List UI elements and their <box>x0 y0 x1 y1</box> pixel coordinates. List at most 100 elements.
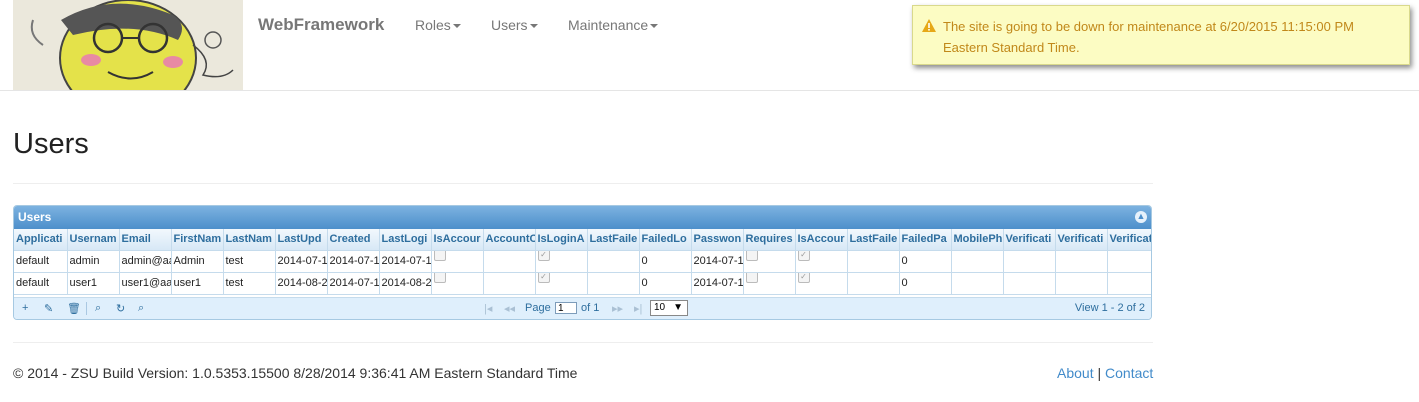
table-cell: default <box>14 272 68 295</box>
table-cell <box>743 250 796 273</box>
column-header[interactable]: IsAccour <box>431 229 484 251</box>
table-cell <box>847 272 900 295</box>
table-cell <box>1055 272 1108 295</box>
collapse-grid-icon[interactable]: ▲ <box>1135 211 1147 223</box>
about-link[interactable]: About <box>1057 365 1094 381</box>
table-cell <box>1107 272 1151 295</box>
table-cell: 0 <box>899 272 952 295</box>
column-header[interactable]: LastFaile <box>847 229 900 251</box>
footer-build-info: © 2014 - ZSU Build Version: 1.0.5353.155… <box>13 365 578 381</box>
table-cell: 0 <box>639 250 692 273</box>
grid-caption-label: Users <box>18 210 52 224</box>
column-header[interactable]: Usernam <box>67 229 120 251</box>
table-cell: user1 <box>67 272 120 295</box>
page-title: Users <box>13 128 89 160</box>
column-header[interactable]: Verificati <box>1003 229 1056 251</box>
notice-line-2: Eastern Standard Time. <box>943 40 1080 55</box>
table-cell <box>1055 250 1108 273</box>
view-row-icon[interactable]: ⌕ <box>138 302 144 315</box>
unchecked-checkbox <box>745 272 758 283</box>
logo-image[interactable] <box>13 0 243 90</box>
contact-link[interactable]: Contact <box>1105 365 1153 381</box>
caret-down-icon <box>529 24 538 29</box>
first-page-icon[interactable]: |◂ <box>484 302 492 315</box>
table-cell: 2014-07-1 <box>327 250 380 273</box>
nav-users-label: Users <box>491 17 528 33</box>
table-cell <box>951 250 1004 273</box>
table-cell: test <box>223 250 276 273</box>
column-header[interactable]: Verificati <box>1055 229 1108 251</box>
users-table: Applicati Usernam Email FirstNam LastNam Last… <box>14 229 1151 295</box>
column-header[interactable]: IsLoginA <box>535 229 588 251</box>
table-cell <box>483 250 536 273</box>
table-cell: ✓ <box>535 272 588 295</box>
pager-separator <box>86 302 87 315</box>
delete-row-icon[interactable]: 🗑 <box>67 302 81 315</box>
last-page-icon[interactable]: ▸| <box>634 302 642 315</box>
column-header[interactable]: FailedLo <box>639 229 692 251</box>
table-cell: 0 <box>899 250 952 273</box>
page-size-select[interactable]: 10 ▼ <box>650 300 688 316</box>
column-header[interactable]: AccountC <box>483 229 536 251</box>
column-header[interactable]: IsAccour <box>795 229 848 251</box>
search-icon[interactable]: ⌕ <box>95 302 101 315</box>
table-cell <box>483 272 536 295</box>
table-cell <box>951 272 1004 295</box>
nav-maintenance[interactable]: Maintenance <box>568 17 659 33</box>
column-header[interactable]: MobilePh <box>951 229 1004 251</box>
unchecked-checkbox <box>433 272 446 283</box>
table-cell: 0 <box>639 272 692 295</box>
column-header[interactable]: LastFaile <box>587 229 640 251</box>
table-cell: test <box>223 272 276 295</box>
table-cell: admin@aa <box>119 250 172 273</box>
page-count: of 1 <box>581 302 600 314</box>
nav-roles[interactable]: Roles <box>415 17 461 33</box>
notice-line-1: The site is going to be down for mainten… <box>943 19 1354 34</box>
page-label: Page <box>525 302 551 314</box>
grid-pager: + ✎ 🗑 ⌕ ↻ ⌕ |◂ ◂◂ Page of 1 ▸▸ ▸| 10 ▼ V… <box>14 297 1151 319</box>
column-header[interactable]: Applicati <box>14 229 68 251</box>
table-cell <box>431 250 484 273</box>
prev-page-icon[interactable]: ◂◂ <box>504 302 515 315</box>
next-page-icon[interactable]: ▸▸ <box>612 302 623 315</box>
table-cell <box>847 250 900 273</box>
table-cell: ✓ <box>795 272 848 295</box>
column-header[interactable]: Email <box>119 229 172 251</box>
table-cell: admin <box>67 250 120 273</box>
table-row[interactable]: default user1 user1@aa user1 test 2014-08-2 20… <box>14 272 1151 295</box>
column-header[interactable]: LastUpd <box>275 229 328 251</box>
edit-row-icon[interactable]: ✎ <box>44 302 53 315</box>
table-cell: 2014-07-1 <box>379 250 432 273</box>
table-cell: 2014-07-1 <box>691 250 744 273</box>
table-cell: ✓ <box>535 250 588 273</box>
page-size-value: 10 <box>654 302 666 313</box>
maintenance-notice: The site is going to be down for mainten… <box>912 5 1410 65</box>
users-grid: Users ▲ Applicati Usernam Email FirstNam Las… <box>13 205 1152 320</box>
table-cell: 2014-08-2 <box>379 272 432 295</box>
unchecked-checkbox <box>433 250 446 261</box>
column-header[interactable]: LastNam <box>223 229 276 251</box>
nav-users[interactable]: Users <box>491 17 538 33</box>
column-header[interactable]: LastLogi <box>379 229 432 251</box>
table-row[interactable]: default admin admin@aa Admin test 2014-07-1 20… <box>14 250 1151 273</box>
column-header[interactable]: Created <box>327 229 380 251</box>
caret-down-icon <box>452 24 461 29</box>
column-header[interactable]: Verificat <box>1107 229 1151 251</box>
column-header[interactable]: Passwon <box>691 229 744 251</box>
brand-title[interactable]: WebFramework <box>258 15 384 35</box>
refresh-icon[interactable]: ↻ <box>116 302 125 315</box>
column-header[interactable]: Requires <box>743 229 796 251</box>
nav-roles-label: Roles <box>415 17 451 33</box>
table-cell: default <box>14 250 68 273</box>
table-cell: 2014-08-2 <box>275 272 328 295</box>
checked-checkbox: ✓ <box>537 272 550 283</box>
add-row-icon[interactable]: + <box>22 302 28 314</box>
page-number-input[interactable] <box>555 302 577 314</box>
caret-down-icon <box>650 24 659 29</box>
table-cell <box>587 272 640 295</box>
unchecked-checkbox <box>745 250 758 261</box>
column-header[interactable]: FailedPa <box>899 229 952 251</box>
table-cell: 2014-07-1 <box>691 272 744 295</box>
column-header[interactable]: FirstNam <box>171 229 224 251</box>
footer-divider <box>13 342 1153 343</box>
